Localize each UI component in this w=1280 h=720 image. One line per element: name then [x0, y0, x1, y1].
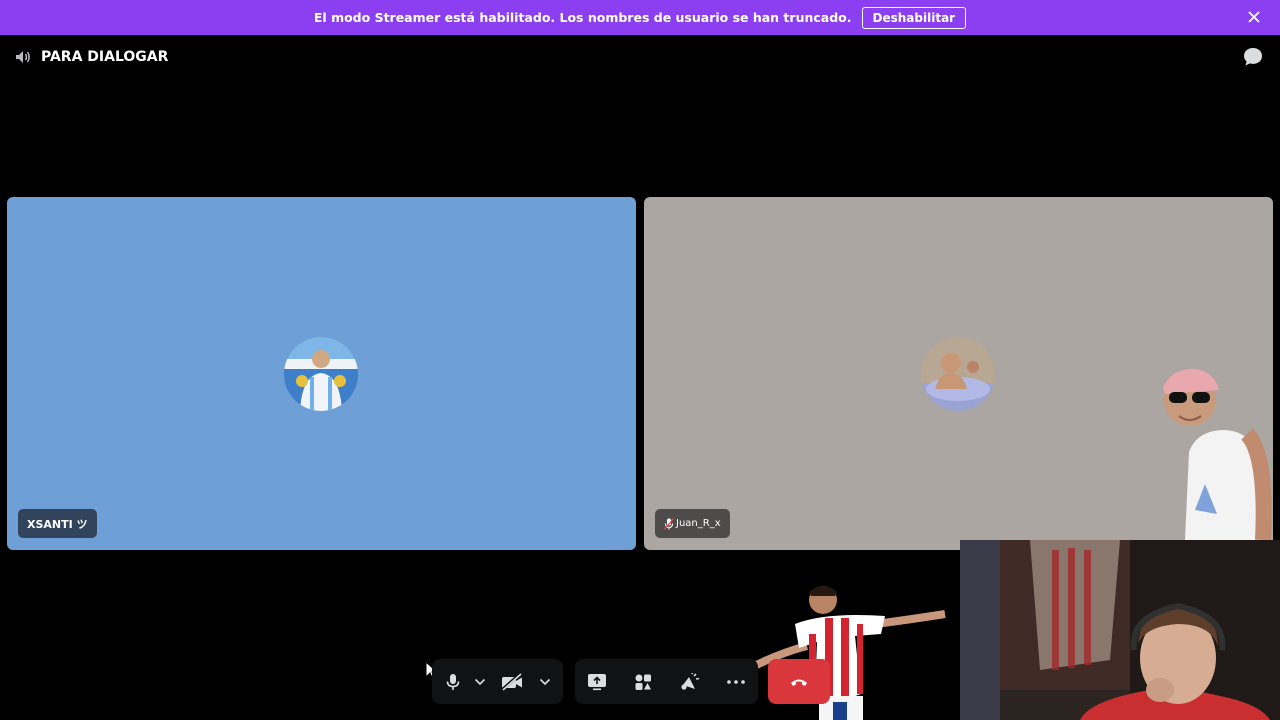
speaker-icon: [14, 48, 32, 66]
activities-icon[interactable]: [627, 666, 659, 698]
call-actions-controls: [575, 659, 758, 704]
audio-video-controls: [432, 659, 563, 704]
streamer-mode-banner: El modo Streamer está habilitado. Los no…: [0, 0, 1280, 35]
channel-name: PARA DIALOGAR: [41, 49, 169, 65]
chevron-down-icon[interactable]: [468, 666, 492, 698]
streamer-webcam-overlay: [960, 540, 1280, 720]
camera-off-icon[interactable]: [492, 666, 534, 698]
more-icon[interactable]: [720, 666, 752, 698]
stream-overlay-player: [733, 584, 950, 720]
stream-overlay-person: [1155, 364, 1280, 541]
participant-name: XSANTI ツ: [27, 517, 88, 531]
microphone-icon[interactable]: [438, 666, 468, 698]
avatar: [921, 337, 995, 411]
participant-name: Juan_R_x: [676, 518, 721, 529]
banner-message: El modo Streamer está habilitado. Los no…: [313, 10, 852, 25]
hang-up-icon: [790, 672, 808, 691]
screen-share-icon[interactable]: [581, 666, 613, 698]
channel-header: PARA DIALOGAR: [14, 47, 168, 67]
chevron-down-icon[interactable]: [533, 666, 557, 698]
disable-streamer-mode-button[interactable]: Deshabilitar: [861, 6, 967, 29]
chat-icon[interactable]: [1242, 46, 1264, 68]
participant-tile-xsanti[interactable]: XSANTI ツ: [7, 197, 636, 550]
hang-up-button[interactable]: [768, 659, 830, 704]
participant-name-tag: Juan_R_x: [655, 509, 730, 538]
avatar: [284, 337, 358, 411]
soundboard-icon[interactable]: [674, 666, 706, 698]
close-icon[interactable]: [1246, 9, 1262, 25]
participant-name-tag: XSANTI ツ: [18, 509, 97, 538]
muted-microphone-icon: [663, 517, 675, 530]
